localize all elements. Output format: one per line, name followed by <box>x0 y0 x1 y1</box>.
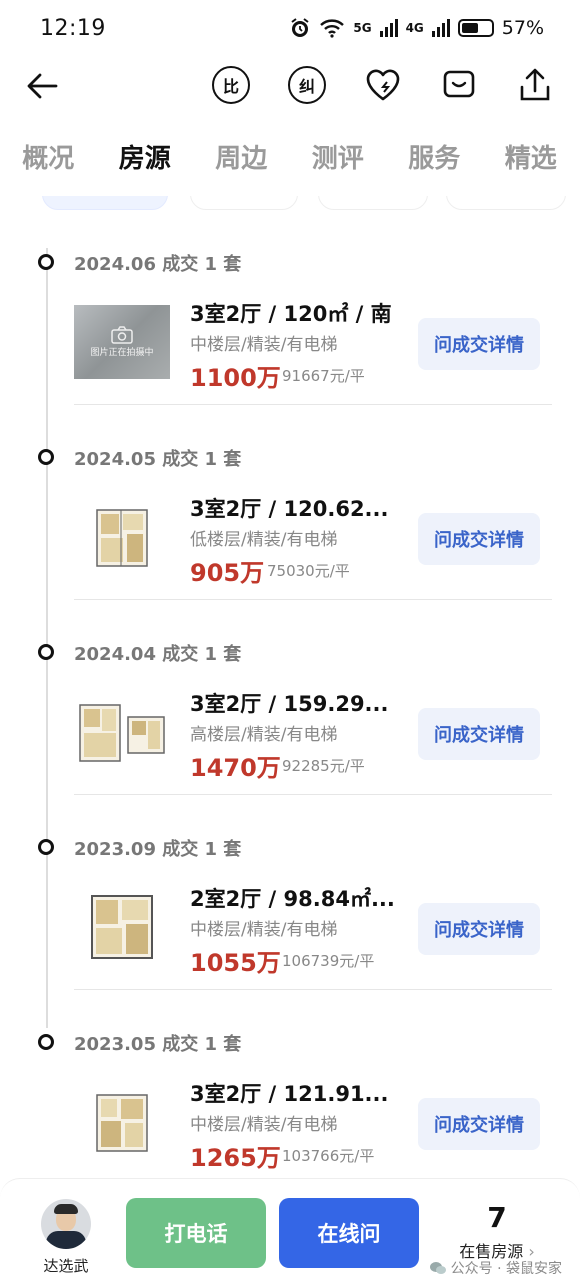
deal-price: 1100万 <box>190 364 281 392</box>
network-5g-label: 5G <box>353 21 372 35</box>
deal-date: 2023.09 成交 1 套 <box>74 839 242 860</box>
compare-icon-label: 比 <box>222 77 239 96</box>
ask-deal-details-button[interactable]: 问成交详情 <box>418 903 540 955</box>
unit-price: 92285元/平 <box>282 757 365 775</box>
transaction-record: 2024.05 成交 1 套 3室2厅 / 120.62... 低楼层/精装/有… <box>12 405 568 600</box>
timeline-dot <box>38 839 54 855</box>
timeline-dot <box>38 254 54 270</box>
agent-name: 达选武 <box>43 1257 89 1275</box>
unit-price: 106739元/平 <box>282 952 375 970</box>
timeline-dot <box>38 644 54 660</box>
wifi-icon <box>320 19 345 38</box>
tab-service[interactable]: 服务 <box>386 138 483 188</box>
filter-chip[interactable] <box>446 196 566 210</box>
transaction-record: 2023.09 成交 1 套 2室2厅 / 98.84㎡... 中楼层/精装/有… <box>12 795 568 990</box>
share-icon[interactable] <box>516 66 554 104</box>
timeline-dot <box>38 1034 54 1050</box>
watermark: 公众号 · 袋鼠安家 <box>429 1258 562 1278</box>
battery-icon <box>457 19 494 37</box>
correction-icon[interactable]: 纠 <box>288 66 326 104</box>
wechat-icon <box>429 1262 446 1274</box>
for-sale-listings[interactable]: 7 在售房源 › <box>452 1201 542 1262</box>
agent-profile[interactable]: 达选武 <box>36 1199 96 1276</box>
favorite-heart-icon[interactable] <box>364 66 402 104</box>
floor-plan-thumbnail[interactable] <box>74 1085 170 1159</box>
network-4g-label: 4G <box>405 21 424 35</box>
unit-price: 75030元/平 <box>267 562 350 580</box>
battery-percent: 57% <box>501 17 544 39</box>
ask-deal-details-button[interactable]: 问成交详情 <box>418 318 540 370</box>
timeline-dot <box>38 449 54 465</box>
transaction-record: 2023.05 成交 1 套 3室2厅 / 121.91... 中楼层/精装/有… <box>12 990 568 1176</box>
filter-chip[interactable] <box>190 196 298 210</box>
avatar[interactable] <box>41 1199 91 1249</box>
signal-icon <box>379 19 398 37</box>
floor-plan-thumbnail[interactable] <box>74 890 170 964</box>
deal-date: 2023.05 成交 1 套 <box>74 1034 242 1055</box>
unit-price: 91667元/平 <box>282 367 365 385</box>
camera-icon <box>111 325 133 344</box>
tab-surroundings[interactable]: 周边 <box>193 138 290 188</box>
ask-deal-details-button[interactable]: 问成交详情 <box>418 1098 540 1150</box>
signal-icon-2 <box>431 19 450 37</box>
call-button[interactable]: 打电话 <box>126 1198 266 1268</box>
deal-price: 1265万 <box>190 1144 281 1172</box>
listing-title: 3室2厅 / 159.29... <box>190 692 389 716</box>
listing-title: 3室2厅 / 120.62... <box>190 497 389 521</box>
online-ask-button[interactable]: 在线问 <box>279 1198 419 1268</box>
unit-price: 103766元/平 <box>282 1147 375 1165</box>
deal-price: 905万 <box>190 559 265 587</box>
status-bar: 12:19 5G 4G 57% <box>0 0 580 56</box>
deal-price: 1470万 <box>190 754 281 782</box>
back-arrow-icon[interactable] <box>22 66 62 106</box>
transaction-record: 2024.06 成交 1 套 图片正在拍摄中 3室2厅 / 120㎡ / 南 中… <box>12 210 568 405</box>
tab-featured[interactable]: 精选 <box>483 138 580 188</box>
deal-price: 1055万 <box>190 949 281 977</box>
listing-title: 3室2厅 / 121.91... <box>190 1082 389 1106</box>
ask-deal-details-button[interactable]: 问成交详情 <box>418 708 540 760</box>
transaction-history: 2024.06 成交 1 套 图片正在拍摄中 3室2厅 / 120㎡ / 南 中… <box>12 196 568 1176</box>
deal-date: 2024.06 成交 1 套 <box>74 254 242 275</box>
watermark-text: 公众号 · 袋鼠安家 <box>450 1261 562 1277</box>
filter-chip[interactable] <box>318 196 428 210</box>
nav-bar: 比 纠 <box>0 58 580 114</box>
filter-chips <box>12 196 568 210</box>
bottom-action-bar: 达选武 打电话 在线问 7 在售房源 › 公众号 · 袋鼠安家 <box>0 1178 580 1288</box>
filter-chip[interactable] <box>42 196 168 210</box>
alarm-icon <box>291 18 309 37</box>
compare-icon[interactable]: 比 <box>212 66 250 104</box>
message-icon[interactable] <box>440 66 478 104</box>
listing-details: 低楼层/精装/有电梯 <box>190 530 338 550</box>
listing-title: 2室2厅 / 98.84㎡... <box>190 887 395 911</box>
status-icons: 5G 4G 57% <box>289 17 544 39</box>
deal-date: 2024.05 成交 1 套 <box>74 449 242 470</box>
tab-review[interactable]: 测评 <box>290 138 387 188</box>
listing-details: 高楼层/精装/有电梯 <box>190 725 338 745</box>
deal-date: 2024.04 成交 1 套 <box>74 644 242 665</box>
clock: 12:19 <box>40 15 106 41</box>
for-sale-count: 7 <box>487 1201 507 1234</box>
correction-icon-label: 纠 <box>298 77 315 96</box>
listing-title: 3室2厅 / 120㎡ / 南 <box>190 302 392 326</box>
floor-plan-thumbnail[interactable] <box>74 500 170 574</box>
floor-plan-thumbnail[interactable] <box>74 695 170 769</box>
listing-photo-placeholder[interactable]: 图片正在拍摄中 <box>74 305 170 379</box>
listing-details: 中楼层/精装/有电梯 <box>190 335 338 355</box>
listing-details: 中楼层/精装/有电梯 <box>190 920 338 940</box>
ask-deal-details-button[interactable]: 问成交详情 <box>418 513 540 565</box>
transaction-record: 2024.04 成交 1 套 3室2厅 / 159.29... 高楼层/精装/有… <box>12 600 568 795</box>
photo-pending-text: 图片正在拍摄中 <box>90 347 154 358</box>
section-tabs: 概况 房源 周边 测评 服务 精选 <box>0 138 580 188</box>
tab-overview[interactable]: 概况 <box>0 138 97 188</box>
tab-listings[interactable]: 房源 <box>97 138 194 188</box>
listing-details: 中楼层/精装/有电梯 <box>190 1115 338 1135</box>
